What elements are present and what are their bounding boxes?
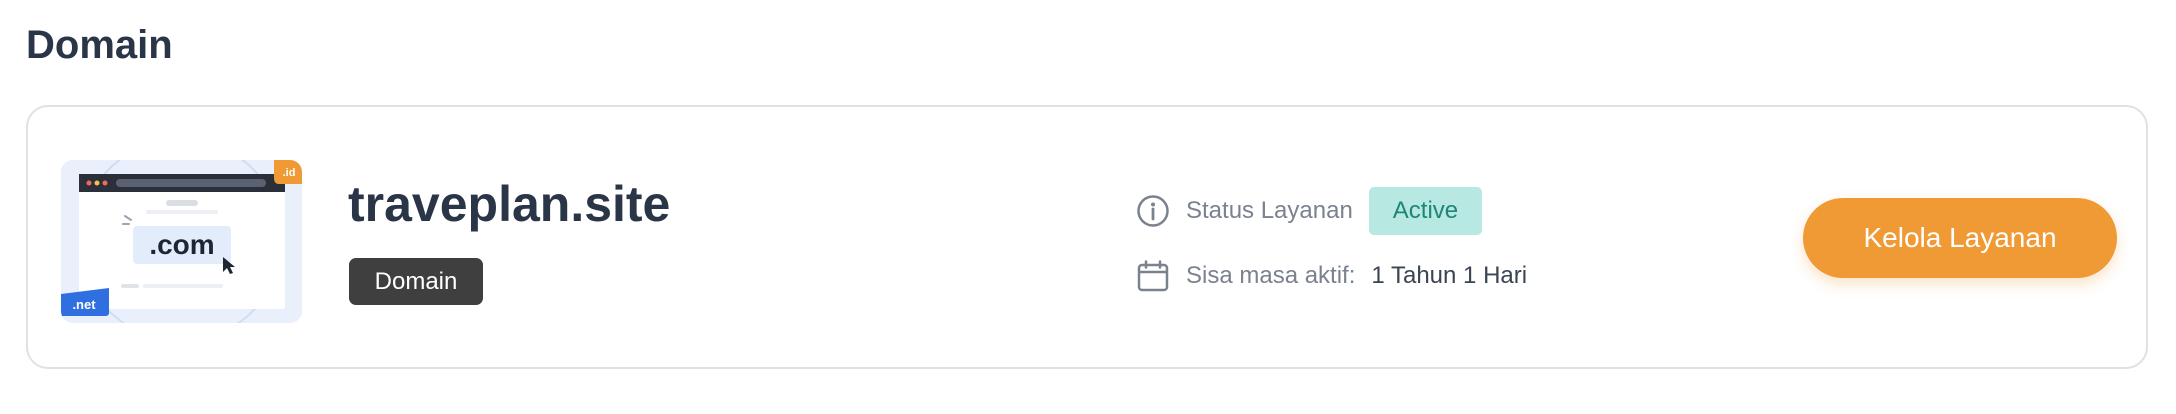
status-badge: Active — [1368, 187, 1483, 235]
expiry-label: Sisa masa aktif: — [1186, 262, 1356, 289]
domain-service-card: .com .id .net traveplan.site Domain Stat… — [26, 105, 2148, 369]
service-expiry-row: Sisa masa aktif: 1 Tahun 1 Hari — [1136, 253, 1527, 299]
page-title: Domain — [26, 23, 173, 67]
net-badge-label: .net — [72, 297, 96, 312]
info-circle-icon — [1136, 194, 1170, 228]
status-label: Status Layanan — [1186, 197, 1353, 224]
service-type-tag: Domain — [349, 258, 483, 305]
service-status-row: Status Layanan Active — [1136, 187, 1483, 235]
id-badge-label: .id — [283, 167, 296, 179]
manage-service-button[interactable]: Kelola Layanan — [1803, 198, 2117, 278]
expiry-value: 1 Tahun 1 Hari — [1371, 262, 1528, 289]
domain-illustration: .com .id .net — [61, 160, 302, 323]
domain-name: traveplan.site — [348, 176, 671, 232]
calendar-icon — [1136, 259, 1170, 293]
com-label: .com — [149, 229, 214, 260]
